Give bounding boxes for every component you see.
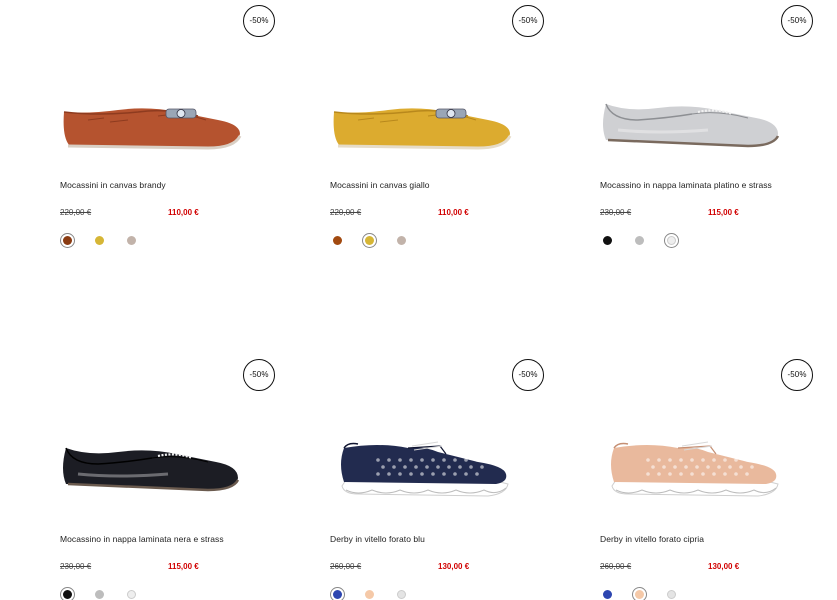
color-swatch[interactable] bbox=[333, 590, 342, 599]
sale-price: 110,00 € bbox=[438, 208, 469, 217]
sale-price: 115,00 € bbox=[708, 208, 739, 217]
product-image[interactable] bbox=[328, 90, 518, 165]
product-image[interactable] bbox=[328, 434, 518, 509]
color-swatch[interactable] bbox=[365, 236, 374, 245]
product-name[interactable]: Mocassino in nappa laminata nera e stras… bbox=[60, 534, 224, 544]
color-swatch[interactable] bbox=[397, 590, 406, 599]
color-swatch[interactable] bbox=[603, 236, 612, 245]
sale-price: 130,00 € bbox=[708, 562, 740, 571]
color-swatch[interactable] bbox=[127, 590, 136, 599]
discount-badge: -50% bbox=[781, 5, 813, 37]
color-swatch[interactable] bbox=[397, 236, 406, 245]
discount-badge: -50% bbox=[243, 359, 275, 391]
product-name[interactable]: Mocassini in canvas brandy bbox=[60, 180, 166, 190]
sale-price: 110,00 € bbox=[168, 208, 199, 217]
color-swatch[interactable] bbox=[95, 590, 104, 599]
color-swatch[interactable] bbox=[667, 590, 676, 599]
color-swatch[interactable] bbox=[635, 590, 644, 599]
original-price: 220,00 € bbox=[60, 208, 92, 217]
product-name[interactable]: Derby in vitello forato blu bbox=[330, 534, 425, 544]
product-name[interactable]: Mocassino in nappa laminata platino e st… bbox=[600, 180, 772, 190]
color-swatch[interactable] bbox=[635, 236, 644, 245]
original-price: 230,00 € bbox=[600, 208, 632, 217]
discount-badge: -50% bbox=[512, 5, 544, 37]
color-swatch[interactable] bbox=[333, 236, 342, 245]
product-name[interactable]: Mocassini in canvas giallo bbox=[330, 180, 430, 190]
color-swatch[interactable] bbox=[365, 590, 374, 599]
product-image[interactable] bbox=[598, 90, 788, 165]
color-swatch[interactable] bbox=[603, 590, 612, 599]
product-image[interactable] bbox=[58, 434, 248, 509]
original-price: 220,00 € bbox=[330, 208, 362, 217]
color-swatch[interactable] bbox=[63, 590, 72, 599]
product-image[interactable] bbox=[598, 434, 788, 509]
original-price: 260,00 € bbox=[600, 562, 632, 571]
original-price: 260,00 € bbox=[330, 562, 362, 571]
product-grid: -50% Mocassini in canvas brandy 220,00 € 11… bbox=[0, 0, 837, 600]
color-swatch[interactable] bbox=[127, 236, 136, 245]
product-image[interactable] bbox=[58, 90, 248, 165]
color-swatch[interactable] bbox=[95, 236, 104, 245]
original-price: 230,00 € bbox=[60, 562, 92, 571]
discount-badge: -50% bbox=[512, 359, 544, 391]
color-swatch[interactable] bbox=[63, 236, 72, 245]
discount-badge: -50% bbox=[243, 5, 275, 37]
color-swatch[interactable] bbox=[667, 236, 676, 245]
product-name[interactable]: Derby in vitello forato cipria bbox=[600, 534, 704, 544]
sale-price: 115,00 € bbox=[168, 562, 199, 571]
sale-price: 130,00 € bbox=[438, 562, 470, 571]
discount-badge: -50% bbox=[781, 359, 813, 391]
